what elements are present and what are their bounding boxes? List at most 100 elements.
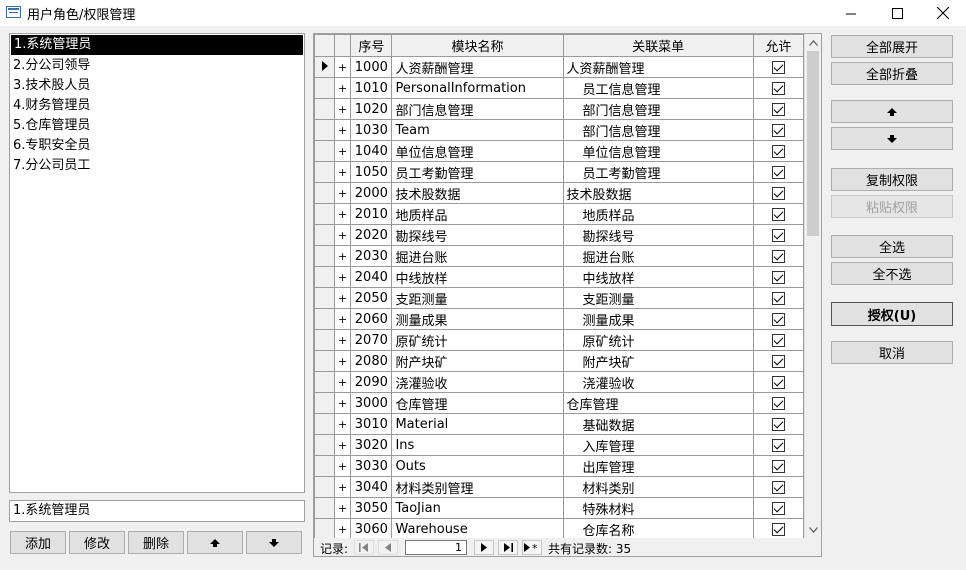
cell-menu[interactable]: 技术股数据	[562, 182, 754, 204]
cell-menu[interactable]: 地质样品	[562, 203, 754, 225]
cell-seq[interactable]: 2000	[350, 182, 393, 204]
scroll-down-button[interactable]	[805, 521, 821, 538]
cell-module[interactable]: 地质样品	[391, 203, 564, 225]
cell-module[interactable]: 测量成果	[391, 308, 564, 330]
table-row[interactable]: +1040 单位信息管理 单位信息管理	[314, 140, 805, 162]
cell-module[interactable]: Team	[391, 119, 564, 141]
allow-checkbox[interactable]	[771, 459, 785, 473]
cell-menu[interactable]: 支距测量	[562, 287, 754, 309]
table-row[interactable]: +3050 TaoJian 特殊材料	[314, 497, 805, 519]
row-selector[interactable]	[314, 371, 336, 393]
select-all-button[interactable]: 全选	[831, 235, 953, 258]
authorize-button[interactable]: 授权(U)	[831, 302, 953, 326]
allow-checkbox[interactable]	[771, 438, 785, 452]
row-selector[interactable]	[314, 287, 336, 309]
row-selector[interactable]	[314, 455, 336, 477]
cell-module[interactable]: 中线放样	[391, 266, 564, 288]
current-record-field[interactable]: 1	[405, 540, 467, 555]
allow-checkbox[interactable]	[771, 270, 785, 284]
row-selector[interactable]	[314, 98, 336, 120]
column-header-module[interactable]: 模块名称	[391, 34, 564, 57]
cell-menu[interactable]: 勘探线号	[562, 224, 754, 246]
row-selector[interactable]	[314, 203, 336, 225]
allow-checkbox[interactable]	[771, 312, 785, 326]
cell-module[interactable]: Material	[391, 413, 564, 435]
allow-checkbox[interactable]	[771, 375, 785, 389]
allow-checkbox[interactable]	[771, 81, 785, 95]
allow-checkbox[interactable]	[771, 480, 785, 494]
cell-module[interactable]: 材料类别管理	[391, 476, 564, 498]
table-row[interactable]: +3030 Outs 出库管理	[314, 455, 805, 477]
role-list-item[interactable]: 4.财务管理员	[10, 96, 304, 116]
cell-module[interactable]: 掘进台账	[391, 245, 564, 267]
cell-seq[interactable]: 1020	[350, 98, 393, 120]
table-row[interactable]: +1010 PersonalInformation 员工信息管理	[314, 77, 805, 99]
table-row[interactable]: +3060 Warehouse 仓库名称	[314, 518, 805, 540]
cell-seq[interactable]: 1030	[350, 119, 393, 141]
column-header-menu[interactable]: 关联菜单	[562, 34, 754, 57]
cell-menu[interactable]: 材料类别	[562, 476, 754, 498]
move-down-button[interactable]	[831, 127, 953, 150]
previous-record-button[interactable]	[378, 540, 398, 555]
expand-row-icon[interactable]: +	[334, 140, 352, 162]
cell-module[interactable]: Warehouse	[391, 518, 564, 540]
table-row[interactable]: +3040 材料类别管理 材料类别	[314, 476, 805, 498]
expand-row-icon[interactable]: +	[334, 161, 352, 183]
move-role-down-button[interactable]	[246, 531, 302, 554]
scroll-up-button[interactable]	[805, 34, 821, 51]
cell-seq[interactable]: 3040	[350, 476, 393, 498]
expand-row-icon[interactable]: +	[334, 371, 352, 393]
expand-row-icon[interactable]: +	[334, 266, 352, 288]
cell-seq[interactable]: 2040	[350, 266, 393, 288]
cell-module[interactable]: 附产块矿	[391, 350, 564, 372]
cell-menu[interactable]: 部门信息管理	[562, 119, 754, 141]
allow-checkbox[interactable]	[771, 249, 785, 263]
cell-seq[interactable]: 2020	[350, 224, 393, 246]
cell-module[interactable]: 员工考勤管理	[391, 161, 564, 183]
role-list-item[interactable]: 1.系统管理员	[11, 35, 303, 55]
row-selector[interactable]	[314, 56, 336, 78]
allow-checkbox[interactable]	[771, 165, 785, 179]
role-list-item[interactable]: 6.专职安全员	[10, 136, 304, 156]
allow-checkbox[interactable]	[771, 207, 785, 221]
table-row[interactable]: +2070 原矿统计 原矿统计	[314, 329, 805, 351]
cell-module[interactable]: 支距测量	[391, 287, 564, 309]
edit-role-button[interactable]: 修改	[69, 531, 125, 554]
role-list-item[interactable]: 7.分公司员工	[10, 156, 304, 176]
row-selector[interactable]	[314, 245, 336, 267]
cell-seq[interactable]: 3030	[350, 455, 393, 477]
allow-checkbox[interactable]	[771, 291, 785, 305]
table-row[interactable]: +2060 测量成果 测量成果	[314, 308, 805, 330]
cell-seq[interactable]: 1000	[350, 56, 393, 78]
table-row[interactable]: +2050 支距测量 支距测量	[314, 287, 805, 309]
cell-seq[interactable]: 2050	[350, 287, 393, 309]
row-selector[interactable]	[314, 140, 336, 162]
permission-grid[interactable]: 序号 模块名称 关联菜单 允许 +1000 人资薪酬管理 人资薪酬管理 +1010 Pe…	[313, 33, 822, 557]
cell-seq[interactable]: 2080	[350, 350, 393, 372]
grid-vertical-scrollbar[interactable]	[804, 34, 821, 538]
cell-seq[interactable]: 2090	[350, 371, 393, 393]
cancel-button[interactable]: 取消	[831, 341, 953, 364]
expand-row-icon[interactable]: +	[334, 455, 352, 477]
expand-row-icon[interactable]: +	[334, 329, 352, 351]
cell-menu[interactable]: 特殊材料	[562, 497, 754, 519]
table-row[interactable]: +1050 员工考勤管理 员工考勤管理	[314, 161, 805, 183]
column-header-seq[interactable]: 序号	[350, 34, 393, 57]
role-list-item[interactable]: 5.仓库管理员	[10, 116, 304, 136]
maximize-button[interactable]	[874, 0, 920, 26]
row-selector[interactable]	[314, 119, 336, 141]
expand-row-icon[interactable]: +	[334, 245, 352, 267]
cell-module[interactable]: 浇灌验收	[391, 371, 564, 393]
table-row[interactable]: +2030 掘进台账 掘进台账	[314, 245, 805, 267]
cell-menu[interactable]: 员工信息管理	[562, 77, 754, 99]
allow-checkbox[interactable]	[771, 186, 785, 200]
row-selector[interactable]	[314, 350, 336, 372]
allow-checkbox[interactable]	[771, 144, 785, 158]
role-name-field[interactable]: 1.系统管理员	[9, 500, 305, 522]
row-selector[interactable]	[314, 434, 336, 456]
row-selector[interactable]	[314, 308, 336, 330]
expand-row-icon[interactable]: +	[334, 287, 352, 309]
select-none-button[interactable]: 全不选	[831, 262, 953, 285]
table-row[interactable]: +2010 地质样品 地质样品	[314, 203, 805, 225]
role-list-item[interactable]: 2.分公司领导	[10, 56, 304, 76]
